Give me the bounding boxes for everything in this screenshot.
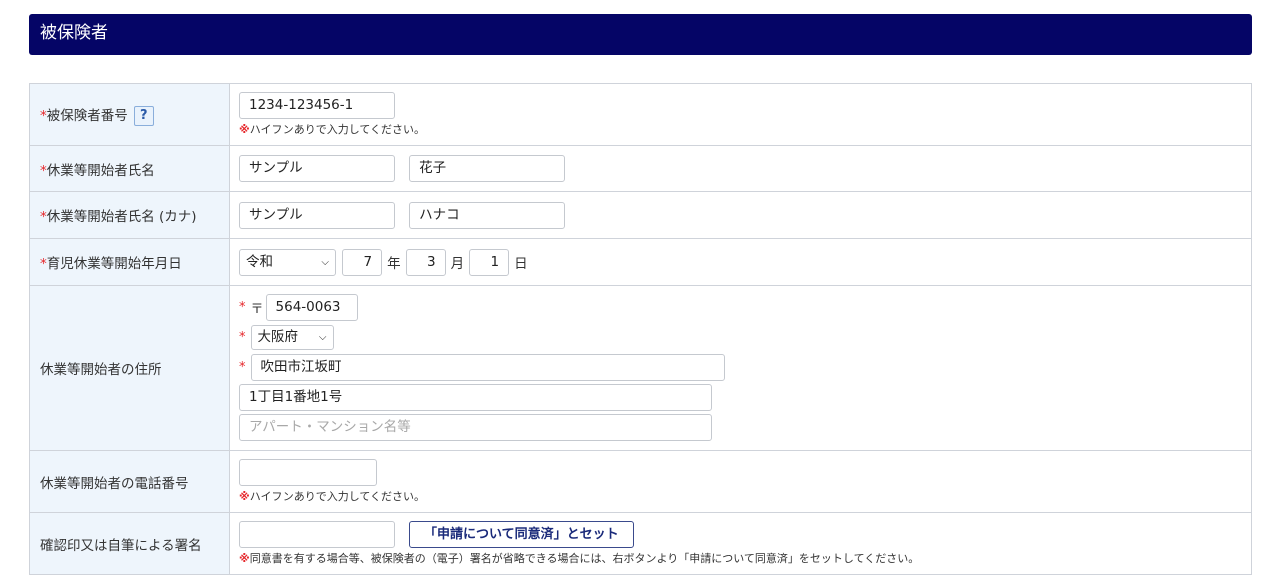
building-input[interactable]: アパート・マンション名等 bbox=[239, 413, 712, 441]
prefecture-line: * 大阪府 ⌵ bbox=[239, 322, 1251, 352]
signature-label-cell: 確認印又は自筆による署名 bbox=[29, 512, 230, 575]
required-mark: * bbox=[40, 107, 47, 124]
phone-value-cell: ※ハイフンありで入力してください。 bbox=[229, 450, 1252, 513]
kana-value-cell: サンプル ハナコ bbox=[229, 191, 1252, 239]
street-input[interactable]: 1丁目1番地1号 bbox=[239, 383, 712, 411]
prefecture-value: 大阪府 bbox=[257, 328, 299, 345]
city-line: * 吹田市江坂町 bbox=[239, 352, 1251, 382]
postal-code-input[interactable]: 564-0063 bbox=[265, 293, 358, 321]
era-value: 令和 bbox=[246, 253, 273, 270]
signature-value-cell: 「申請について同意済」とセット ※同意書を有する場合等、被保険者の（電子）署名が… bbox=[229, 512, 1252, 575]
street-line: 1丁目1番地1号 bbox=[239, 382, 1251, 412]
insured-number-input[interactable]: 1234-123456-1 bbox=[239, 92, 395, 119]
phone-input[interactable] bbox=[239, 459, 377, 486]
first-name-kana-input[interactable]: ハナコ bbox=[409, 201, 566, 229]
phone-note-text: ハイフンありで入力してください。 bbox=[249, 490, 426, 503]
row-name: *休業等開始者氏名 サンプル 花子 bbox=[29, 145, 1252, 192]
first-name-input[interactable]: 花子 bbox=[409, 155, 566, 182]
phone-label: 休業等開始者の電話番号 bbox=[40, 475, 189, 492]
year-unit: 年 bbox=[387, 256, 401, 272]
row-kana: *休業等開始者氏名 (カナ) サンプル ハナコ bbox=[29, 191, 1252, 239]
insured-number-note: ※ハイフンありで入力してください。 bbox=[239, 121, 1251, 137]
city-input[interactable]: 吹田市江坂町 bbox=[250, 353, 725, 381]
set-consent-button[interactable]: 「申請について同意済」とセット bbox=[409, 521, 634, 548]
start-date-label: 育児休業等開始年月日 bbox=[46, 256, 182, 272]
required-mark: * bbox=[239, 329, 246, 345]
required-mark: * bbox=[239, 299, 246, 315]
name-label: 休業等開始者氏名 bbox=[46, 162, 155, 179]
insured-number-value-cell: 1234-123456-1 ※ハイフンありで入力してください。 bbox=[229, 83, 1252, 146]
day-unit: 日 bbox=[514, 256, 528, 272]
required-mark: * bbox=[40, 162, 47, 179]
signature-label: 確認印又は自筆による署名 bbox=[40, 537, 202, 554]
address-value-cell: * 〒 564-0063 * 大阪府 ⌵ * 吹田市江坂町 1丁目1番地1号 アパ… bbox=[229, 285, 1252, 451]
chevron-down-icon: ⌵ bbox=[318, 331, 327, 343]
required-mark: * bbox=[40, 256, 47, 272]
kana-label-cell: *休業等開始者氏名 (カナ) bbox=[29, 191, 230, 239]
year-input[interactable]: 7 bbox=[342, 248, 383, 276]
row-start-date: *育児休業等開始年月日 令和 ⌵ 7年3月1日 bbox=[29, 238, 1252, 286]
day-input[interactable]: 1 bbox=[469, 248, 510, 276]
era-select[interactable]: 令和 ⌵ bbox=[239, 248, 336, 276]
start-date-label-cell: *育児休業等開始年月日 bbox=[29, 238, 230, 286]
phone-label-cell: 休業等開始者の電話番号 bbox=[29, 450, 230, 513]
kana-label: 休業等開始者氏名 (カナ) bbox=[46, 209, 197, 225]
signature-note: ※同意書を有する場合等、被保険者の（電子）署名が省略できる場合には、右ボタンより… bbox=[239, 550, 1251, 566]
building-line: アパート・マンション名等 bbox=[239, 412, 1251, 442]
chevron-down-icon: ⌵ bbox=[321, 256, 329, 268]
postal-line: * 〒 564-0063 bbox=[239, 292, 1251, 322]
note-mark: ※ bbox=[239, 123, 250, 136]
signature-input[interactable] bbox=[239, 521, 395, 548]
address-label: 休業等開始者の住所 bbox=[40, 362, 162, 378]
required-mark: * bbox=[239, 359, 246, 375]
prefecture-select[interactable]: 大阪府 ⌵ bbox=[250, 324, 334, 350]
name-label-cell: *休業等開始者氏名 bbox=[29, 145, 230, 192]
name-value-cell: サンプル 花子 bbox=[229, 145, 1252, 192]
postal-mark: 〒 bbox=[250, 301, 264, 317]
section-header: 被保険者 bbox=[29, 14, 1252, 55]
month-unit: 月 bbox=[450, 256, 465, 272]
row-insured-number: *被保険者番号? 1234-123456-1 ※ハイフンありで入力してください。 bbox=[29, 83, 1252, 146]
note-mark: ※ bbox=[239, 552, 250, 565]
section-title: 被保険者 bbox=[40, 23, 108, 43]
help-icon[interactable]: ? bbox=[133, 105, 154, 126]
required-mark: * bbox=[40, 209, 47, 225]
row-signature: 確認印又は自筆による署名 「申請について同意済」とセット ※同意書を有する場合等… bbox=[29, 512, 1252, 575]
row-phone: 休業等開始者の電話番号 ※ハイフンありで入力してください。 bbox=[29, 450, 1252, 513]
signature-note-text: 同意書を有する場合等、被保険者の（電子）署名が省略できる場合には、右ボタンより「… bbox=[249, 552, 920, 565]
month-input[interactable]: 3 bbox=[405, 248, 446, 276]
address-label-cell: 休業等開始者の住所 bbox=[29, 285, 230, 451]
phone-note: ※ハイフンありで入力してください。 bbox=[239, 488, 1251, 504]
insured-number-note-text: ハイフンありで入力してください。 bbox=[249, 123, 426, 136]
insured-form: *被保険者番号? 1234-123456-1 ※ハイフンありで入力してください。… bbox=[29, 83, 1252, 575]
row-address: 休業等開始者の住所 * 〒 564-0063 * 大阪府 ⌵ * 吹田市江坂町 1… bbox=[29, 285, 1252, 451]
last-name-input[interactable]: サンプル bbox=[239, 155, 395, 182]
note-mark: ※ bbox=[239, 490, 250, 503]
insured-number-label-cell: *被保険者番号? bbox=[29, 83, 230, 146]
last-name-kana-input[interactable]: サンプル bbox=[239, 201, 395, 229]
start-date-value-cell: 令和 ⌵ 7年3月1日 bbox=[229, 238, 1252, 286]
insured-number-label: 被保険者番号 bbox=[46, 107, 128, 124]
